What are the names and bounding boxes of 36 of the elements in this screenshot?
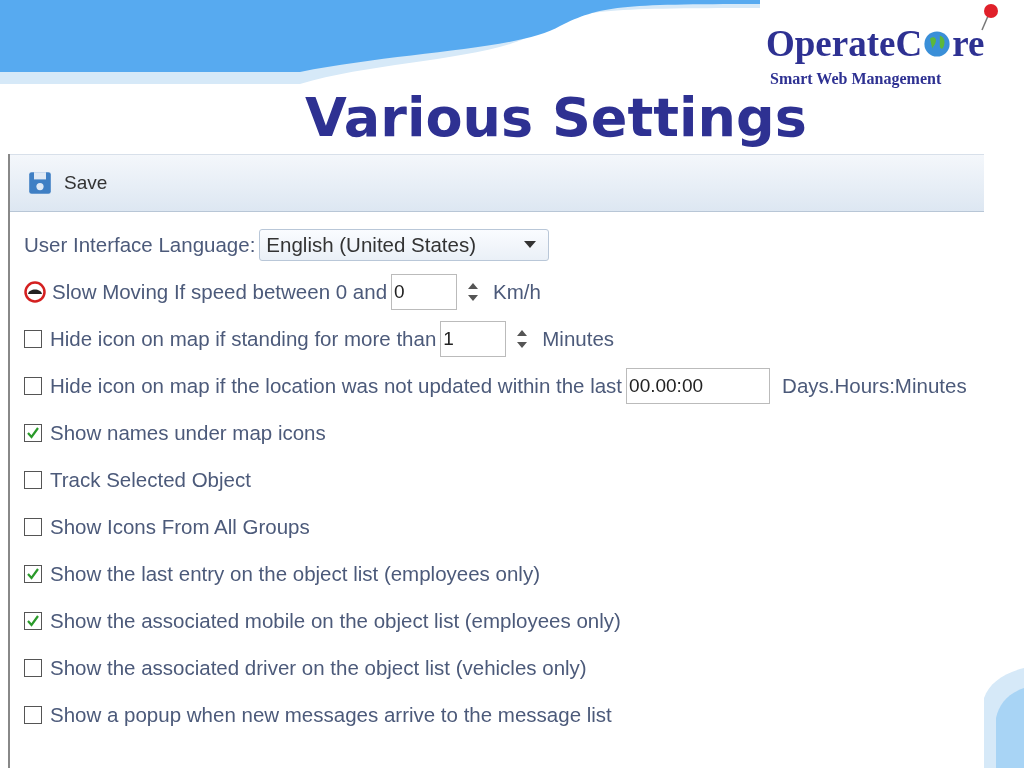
checkbox[interactable] — [24, 376, 42, 395]
slide-title: Various Settings — [305, 90, 807, 146]
number-field[interactable]: 1 — [440, 320, 507, 357]
logo-text: re — [952, 24, 985, 64]
setting-label: Show the associated mobile on the object list (employees only) — [50, 608, 621, 633]
setting-label: Show Icons From All Groups — [50, 514, 310, 539]
logo-text: OperateC — [766, 24, 923, 64]
unit-label: Km/h — [493, 279, 541, 304]
setting-label: Track Selected Object — [50, 467, 251, 492]
checkbox[interactable] — [24, 564, 42, 583]
number-field[interactable]: 0 — [391, 273, 458, 310]
checkbox[interactable] — [24, 470, 42, 489]
caret-icon — [524, 241, 537, 248]
checkbox[interactable] — [24, 517, 42, 536]
setting-label: User Interface Language: — [24, 232, 256, 257]
checkbox[interactable] — [24, 611, 42, 630]
setting-label: Show the last entry on the object list (employees only) — [50, 561, 540, 586]
save-button[interactable]: Save — [24, 167, 112, 199]
setting-label: Hide icon on map if the location was not updated within the last — [50, 373, 623, 398]
checkbox[interactable] — [24, 329, 42, 348]
logo-tagline: Smart Web Management — [770, 70, 942, 88]
turtle-sign-icon — [24, 280, 46, 303]
language-dropdown[interactable]: English (United States) — [259, 228, 550, 261]
globe-icon — [923, 30, 952, 58]
setting-label: Show names under map icons — [50, 420, 326, 445]
checkbox[interactable] — [24, 705, 42, 724]
setting-label: Slow Moving If speed between 0 and — [52, 279, 388, 304]
text-field[interactable]: 00.00:00 — [626, 367, 771, 404]
unit-label: Minutes — [542, 326, 615, 351]
checkbox[interactable] — [24, 423, 42, 442]
pushpin-icon — [978, 2, 998, 32]
setting-label: Hide icon on map if standing for more than — [50, 326, 437, 351]
setting-label: Show a popup when new messages arrive to the message list — [50, 702, 612, 727]
setting-label: Show the associated driver on the object list (vehicles only) — [50, 655, 587, 680]
unit-label: Days.Hours:Minutes — [782, 373, 967, 398]
checkbox[interactable] — [24, 658, 42, 677]
